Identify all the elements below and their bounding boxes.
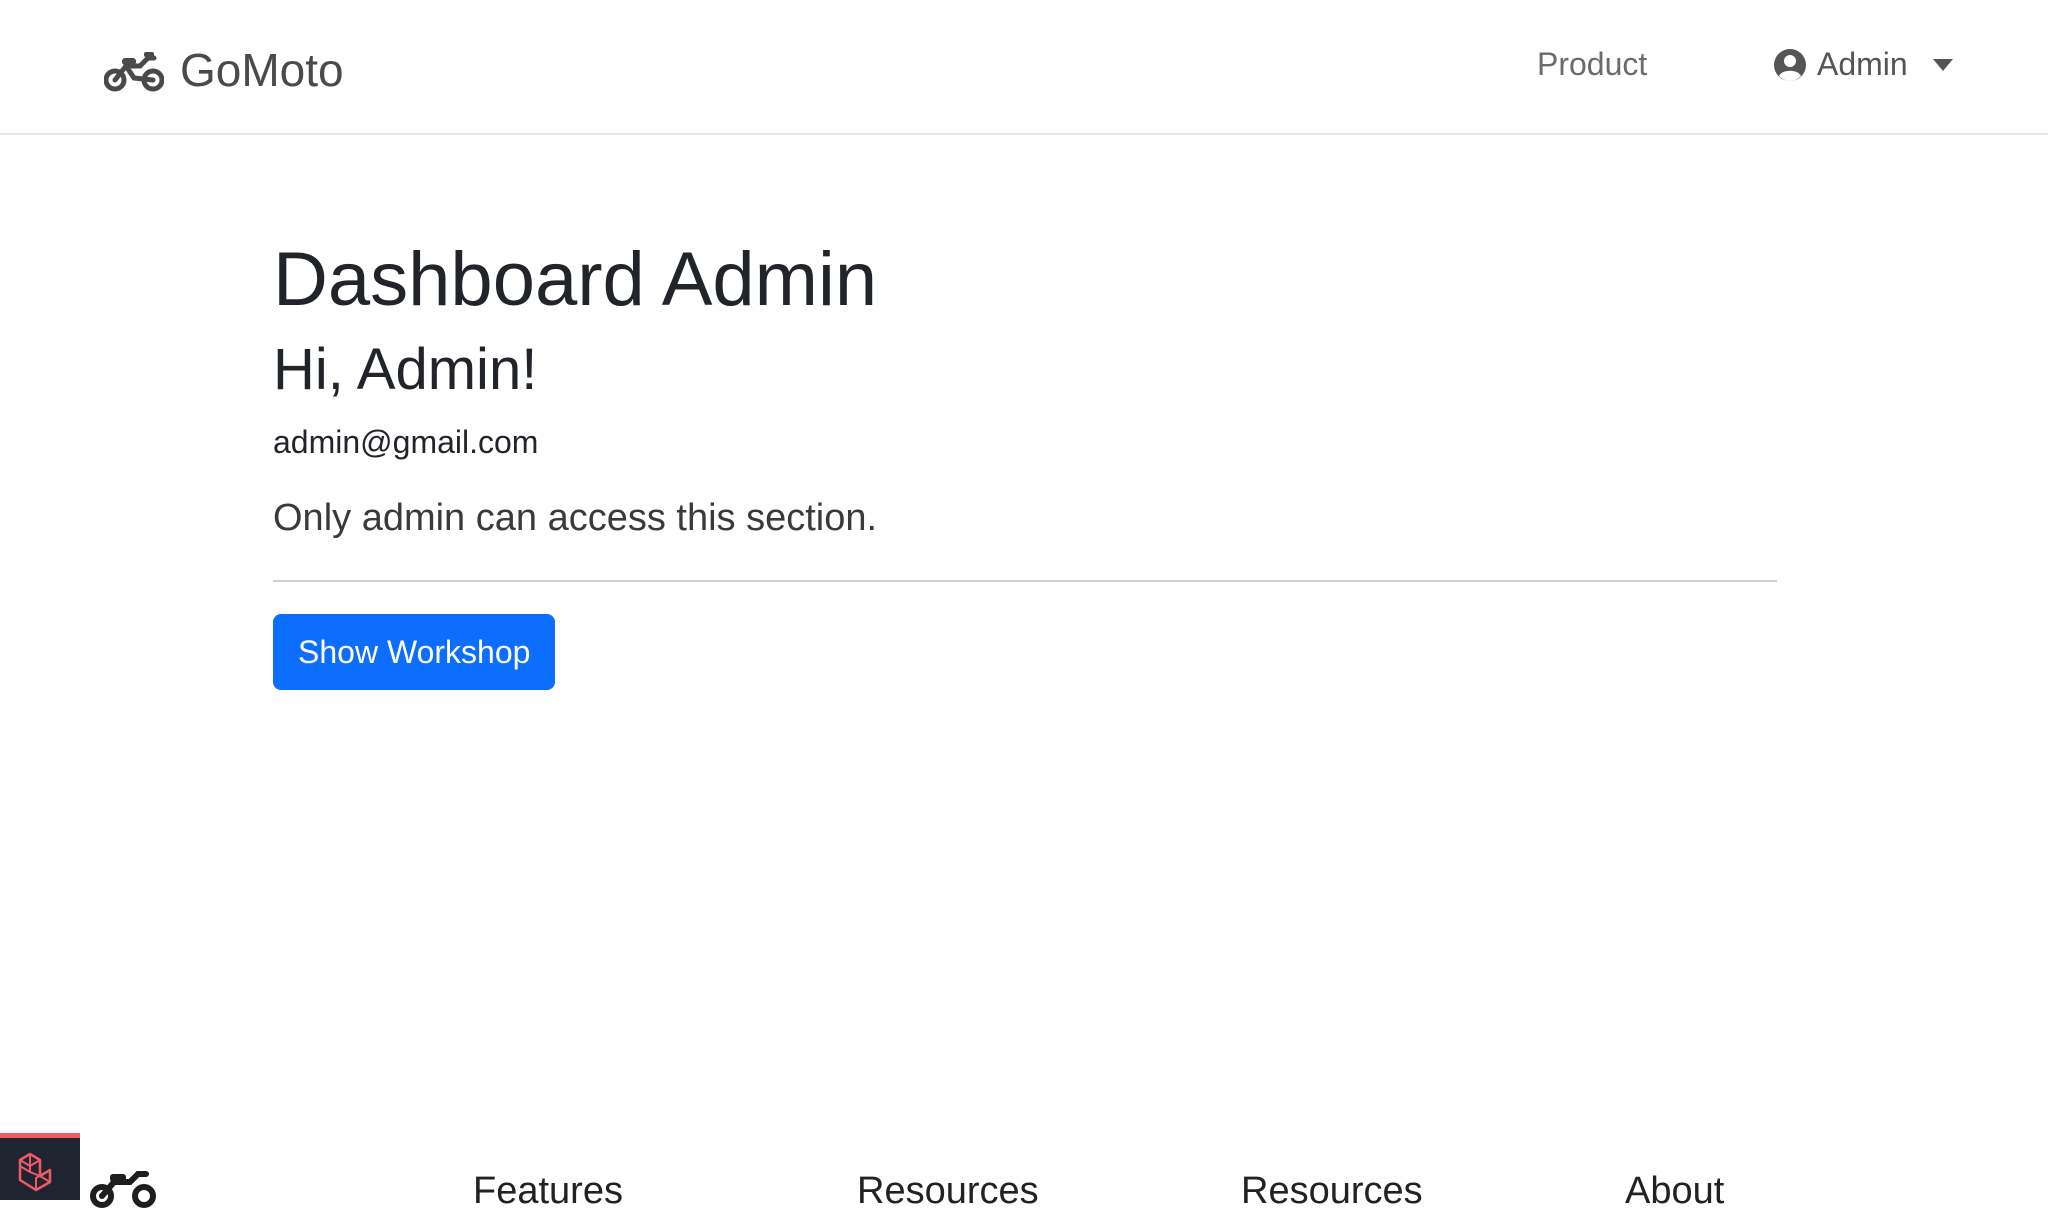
page-title: Dashboard Admin [273, 237, 878, 322]
laravel-icon [18, 1152, 52, 1192]
footer-heading-about: About [1625, 1170, 1725, 1212]
debugbar-toggle[interactable] [0, 1133, 80, 1200]
user-menu-label: Admin [1817, 46, 1908, 82]
divider [273, 580, 1777, 582]
nav-link-product[interactable]: Product [1537, 46, 1647, 83]
footer-heading-features: Features [473, 1170, 623, 1212]
footer-motorcycle-icon [90, 1171, 156, 1208]
user-menu-toggle[interactable]: Admin [1773, 46, 1954, 83]
footer-heading-resources-2: Resources [1241, 1170, 1423, 1212]
caret-down-icon [1932, 58, 1953, 71]
greeting-heading: Hi, Admin! [273, 337, 538, 402]
navbar: GoMoto Product Admin [0, 0, 2048, 135]
brand-link[interactable]: GoMoto [104, 40, 344, 100]
user-email: admin@gmail.com [273, 424, 539, 460]
brand-name: GoMoto [180, 44, 344, 96]
lead-text: Only admin can access this section. [273, 497, 878, 539]
main-content: Dashboard Admin Hi, Admin! admin@gmail.c… [273, 230, 1777, 690]
user-circle-icon [1774, 48, 1806, 81]
motorcycle-icon [104, 52, 164, 92]
show-workshop-button[interactable]: Show Workshop [273, 614, 556, 690]
footer-heading-resources-1: Resources [857, 1170, 1039, 1212]
